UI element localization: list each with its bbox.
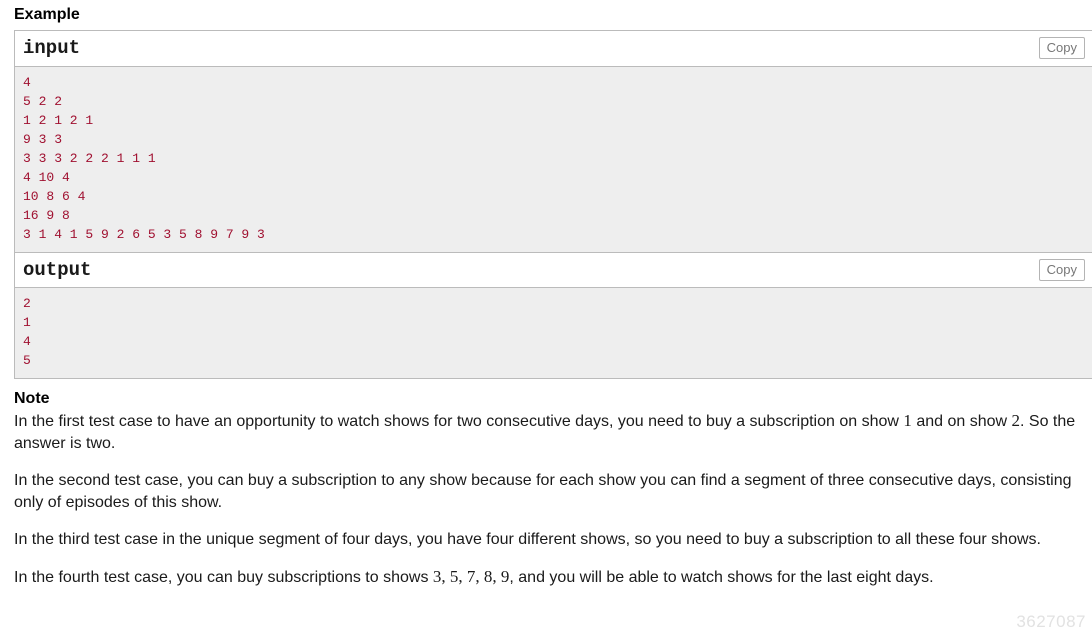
output-data[interactable]: 2 1 4 5 (15, 288, 1092, 378)
input-data[interactable]: 4 5 2 2 1 2 1 2 1 9 3 3 3 3 3 2 2 2 1 1 … (15, 67, 1092, 252)
note-paragraph: In the third test case in the unique seg… (14, 529, 1092, 551)
note-paragraph: In the second test case, you can buy a s… (14, 470, 1092, 514)
note-text: In the second test case, you can buy a s… (14, 472, 1072, 511)
copy-output-button[interactable]: Copy (1038, 259, 1085, 281)
note-title: Note (14, 390, 50, 407)
page-title: Example (14, 6, 80, 23)
note-text: and on show (911, 413, 1012, 430)
output-header: output Copy (15, 252, 1092, 288)
note-body: In the first test case to have an opport… (14, 410, 1092, 604)
note-paragraph: In the fourth test case, you can buy sub… (14, 566, 1092, 589)
note-text: , and you will be able to watch shows fo… (509, 569, 934, 586)
math-value: 1 (903, 411, 912, 430)
note-text: In the first test case to have an opport… (14, 413, 904, 430)
copy-input-button[interactable]: Copy (1038, 37, 1085, 59)
math-value: 3, 5, 7, 8, 9 (432, 567, 510, 586)
math-value: 2 (1011, 411, 1021, 430)
watermark: 3627087 (1016, 612, 1086, 631)
note-text: In the third test case in the unique seg… (14, 531, 1041, 548)
note-paragraph: In the first test case to have an opport… (14, 410, 1092, 455)
output-label: output (23, 259, 92, 281)
input-label: input (23, 37, 81, 59)
sample-tests-block: input Copy 4 5 2 2 1 2 1 2 1 9 3 3 3 3 3… (14, 30, 1092, 379)
problem-statement-page: Example input Copy 4 5 2 2 1 2 1 2 1 9 3… (0, 0, 1092, 640)
note-text: In the fourth test case, you can buy sub… (14, 569, 433, 586)
input-header: input Copy (15, 31, 1092, 67)
